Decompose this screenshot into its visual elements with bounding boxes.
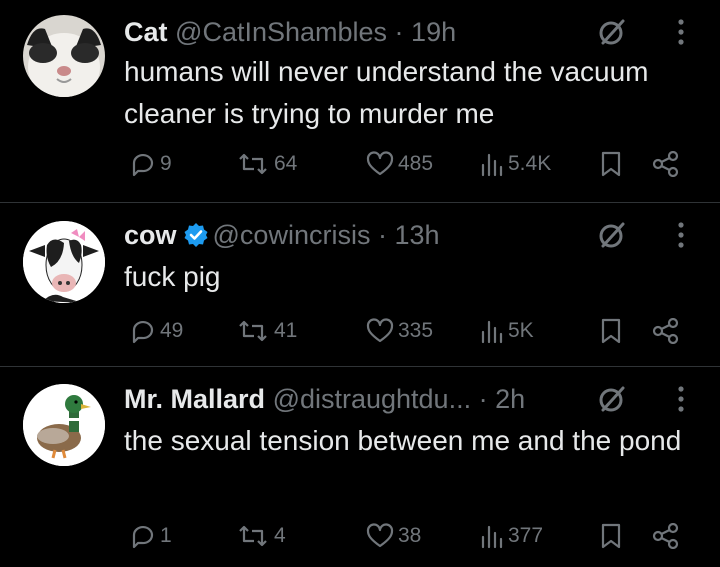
- repost-count: 41: [274, 319, 298, 342]
- cat-avatar-image: [23, 15, 105, 97]
- share-icon: [652, 523, 679, 549]
- reply-count: 49: [160, 319, 184, 342]
- action-bar: 9 64 485 5.4K: [124, 148, 684, 180]
- like-count: 38: [398, 524, 422, 547]
- share-button[interactable]: [652, 520, 680, 552]
- tweet-header: Mr. Mallard @distraughtdu... · 2h: [124, 384, 525, 414]
- timestamp[interactable]: 2h: [495, 384, 525, 414]
- views-icon: [481, 320, 503, 344]
- share-icon: [652, 151, 679, 177]
- bookmark-button[interactable]: [600, 315, 622, 347]
- timestamp[interactable]: 13h: [394, 220, 439, 250]
- repost-icon: [239, 525, 267, 547]
- like-button[interactable]: 335: [366, 315, 433, 347]
- tweet-text: fuck pig: [124, 261, 221, 292]
- user-handle[interactable]: @CatInShambles: [175, 17, 387, 47]
- grok-icon[interactable]: [597, 17, 627, 47]
- grok-icon[interactable]: [597, 220, 627, 250]
- views-button[interactable]: 5.4K: [480, 148, 551, 180]
- more-icon[interactable]: [676, 17, 686, 47]
- reply-button[interactable]: 49: [130, 315, 183, 347]
- reply-button[interactable]: 1: [130, 520, 172, 552]
- view-count: 5K: [508, 319, 534, 342]
- like-count: 485: [398, 152, 434, 175]
- tweet-text: the sexual tension between me and the po…: [124, 425, 682, 456]
- more-icon[interactable]: [676, 220, 686, 250]
- bookmark-icon: [601, 523, 621, 549]
- display-name[interactable]: cow: [124, 220, 177, 250]
- repost-icon: [239, 320, 267, 342]
- tweet-3[interactable]: Mr. Mallard @distraughtdu... · 2h the se…: [0, 367, 720, 567]
- tweet-text: humans will never understand the vacuum …: [124, 56, 649, 129]
- verified-icon: [184, 223, 208, 247]
- share-button[interactable]: [652, 315, 680, 347]
- repost-count: 64: [274, 152, 298, 175]
- view-count: 377: [508, 524, 544, 547]
- duck-avatar-image: [23, 384, 105, 466]
- cow-avatar-image: [23, 221, 105, 303]
- reply-count: 1: [160, 524, 172, 547]
- repost-button[interactable]: 4: [236, 520, 286, 552]
- separator-dot: ·: [370, 220, 395, 250]
- bookmark-button[interactable]: [600, 148, 622, 180]
- display-name[interactable]: Mr. Mallard: [124, 384, 265, 414]
- display-name[interactable]: Cat: [124, 17, 168, 47]
- reply-count: 9: [160, 152, 172, 175]
- tweet-header: Cat @CatInShambles · 19h: [124, 17, 456, 47]
- user-handle[interactable]: @cowincrisis: [213, 220, 371, 250]
- reply-icon: [132, 153, 154, 177]
- grok-icon[interactable]: [597, 384, 627, 414]
- bookmark-icon: [601, 318, 621, 344]
- like-icon: [366, 318, 394, 343]
- tweet-1[interactable]: Cat @CatInShambles · 19h humans will nev…: [0, 0, 720, 202]
- tweet-header: cow @cowincrisis · 13h: [124, 220, 440, 250]
- tweet-2[interactable]: cow @cowincrisis · 13h fuck pig 49 41 335…: [0, 203, 720, 366]
- share-button[interactable]: [652, 148, 680, 180]
- action-bar: 1 4 38 377: [124, 520, 684, 552]
- views-button[interactable]: 377: [480, 520, 543, 552]
- avatar-cat[interactable]: [23, 15, 105, 97]
- action-bar: 49 41 335 5K: [124, 315, 684, 347]
- views-button[interactable]: 5K: [480, 315, 534, 347]
- repost-button[interactable]: 64: [236, 148, 297, 180]
- separator-dot: ·: [471, 384, 496, 414]
- like-button[interactable]: 38: [366, 520, 421, 552]
- user-handle[interactable]: @distraughtdu...: [273, 384, 472, 414]
- views-icon: [481, 153, 503, 177]
- like-count: 335: [398, 319, 434, 342]
- view-count: 5.4K: [508, 152, 552, 175]
- like-icon: [366, 151, 394, 176]
- like-icon: [366, 523, 394, 548]
- reply-icon: [132, 320, 154, 344]
- reply-button[interactable]: 9: [130, 148, 172, 180]
- share-icon: [652, 318, 679, 344]
- bookmark-button[interactable]: [600, 520, 622, 552]
- avatar-cow[interactable]: [23, 221, 105, 303]
- more-icon[interactable]: [676, 384, 686, 414]
- views-icon: [481, 525, 503, 549]
- avatar-mallard[interactable]: [23, 384, 105, 466]
- separator-dot: ·: [387, 17, 412, 47]
- repost-count: 4: [274, 524, 286, 547]
- repost-button[interactable]: 41: [236, 315, 297, 347]
- bookmark-icon: [601, 151, 621, 177]
- like-button[interactable]: 485: [366, 148, 433, 180]
- reply-icon: [132, 525, 154, 549]
- timestamp[interactable]: 19h: [411, 17, 456, 47]
- repost-icon: [239, 153, 267, 175]
